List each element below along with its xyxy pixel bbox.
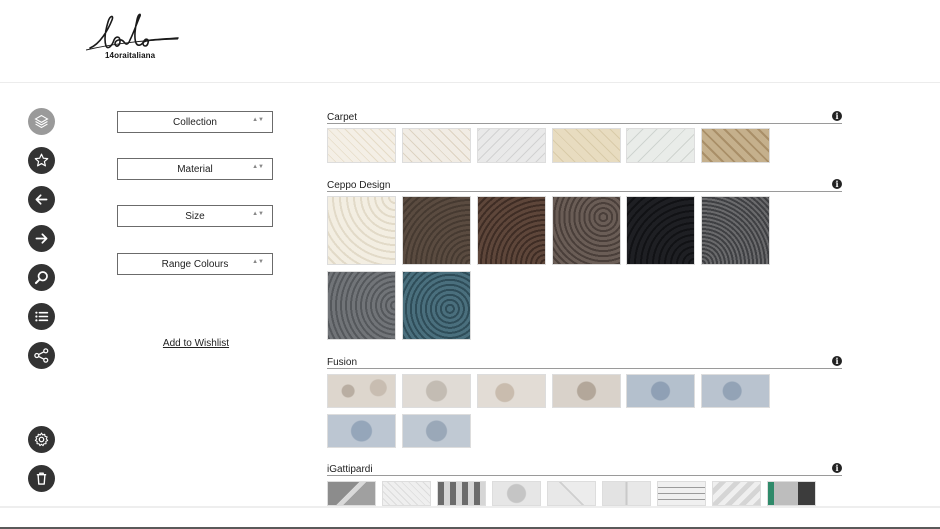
share-icon: [34, 348, 49, 363]
layers-icon: [34, 114, 49, 129]
gear-icon: [34, 432, 49, 447]
back-button[interactable]: [28, 186, 55, 213]
catalog: Carpet i Ceppo Design i Fusion i iGattip…: [327, 110, 842, 506]
section-title-carpet: Carpet: [327, 112, 358, 123]
size-caret-icon: ▲▼: [252, 211, 264, 217]
tile-carpet-2[interactable]: [402, 128, 471, 163]
tile-igattipardi-1[interactable]: [327, 481, 376, 506]
tile-ceppo-2[interactable]: [402, 196, 471, 265]
search-button[interactable]: [28, 264, 55, 291]
arrow-left-icon: [35, 194, 48, 205]
material-caret-icon: ▲▼: [252, 164, 264, 170]
layers-button[interactable]: [28, 108, 55, 135]
header: 14oraitaliana: [0, 0, 940, 83]
info-icon[interactable]: i: [832, 111, 842, 121]
tile-fusion-1[interactable]: [327, 374, 396, 408]
collection-select-label: Collection: [173, 116, 217, 128]
favorites-button[interactable]: [28, 147, 55, 174]
tile-igattipardi-4[interactable]: [492, 481, 541, 506]
section-rule: [327, 475, 842, 476]
section-title-igattipardi: iGattipardi: [327, 464, 373, 475]
search-icon: [34, 271, 48, 285]
delete-button[interactable]: [28, 465, 55, 492]
tile-igattipardi-5[interactable]: [547, 481, 596, 506]
tile-ceppo-7[interactable]: [327, 271, 396, 340]
tile-fusion-5[interactable]: [626, 374, 695, 408]
collection-caret-icon: ▲▼: [252, 117, 264, 123]
tile-igattipardi-9[interactable]: [767, 481, 816, 506]
range-colours-caret-icon: ▲▼: [252, 259, 264, 265]
section-rule: [327, 191, 842, 192]
tile-ceppo-3[interactable]: [477, 196, 546, 265]
tile-igattipardi-7[interactable]: [657, 481, 706, 506]
tile-carpet-5[interactable]: [626, 128, 695, 163]
arrow-right-icon: [35, 233, 48, 244]
tile-igattipardi-8[interactable]: [712, 481, 761, 506]
logo-text: 14oraitaliana: [105, 51, 156, 60]
size-select[interactable]: Size ▲▼: [117, 205, 273, 227]
list-button[interactable]: [28, 303, 55, 330]
star-icon: [34, 153, 49, 167]
info-icon[interactable]: i: [832, 179, 842, 189]
material-select[interactable]: Material ▲▼: [117, 158, 273, 180]
bottom-bar: [0, 506, 940, 529]
tile-igattipardi-6[interactable]: [602, 481, 651, 506]
section-title-ceppo-design: Ceppo Design: [327, 180, 391, 191]
tile-fusion-7[interactable]: [327, 414, 396, 448]
tile-fusion-6[interactable]: [701, 374, 770, 408]
tile-ceppo-8[interactable]: [402, 271, 471, 340]
tile-carpet-1[interactable]: [327, 128, 396, 163]
tile-carpet-3[interactable]: [477, 128, 546, 163]
forward-button[interactable]: [28, 225, 55, 252]
tile-carpet-4[interactable]: [552, 128, 621, 163]
tile-ceppo-5[interactable]: [626, 196, 695, 265]
tile-igattipardi-3[interactable]: [437, 481, 486, 506]
size-select-label: Size: [185, 210, 205, 222]
collection-select[interactable]: Collection ▲▼: [117, 111, 273, 133]
range-colours-select-label: Range Colours: [161, 258, 229, 270]
info-icon[interactable]: i: [832, 463, 842, 473]
tile-fusion-3[interactable]: [477, 374, 546, 408]
range-colours-select[interactable]: Range Colours ▲▼: [117, 253, 273, 275]
list-icon: [35, 311, 49, 322]
tile-ceppo-6[interactable]: [701, 196, 770, 265]
info-icon[interactable]: i: [832, 356, 842, 366]
tile-ceppo-1[interactable]: [327, 196, 396, 265]
section-rule: [327, 368, 842, 369]
tile-igattipardi-2[interactable]: [382, 481, 431, 506]
bottom-divider: [0, 506, 940, 508]
tile-fusion-4[interactable]: [552, 374, 621, 408]
tile-fusion-8[interactable]: [402, 414, 471, 448]
share-button[interactable]: [28, 342, 55, 369]
section-rule: [327, 123, 842, 124]
add-to-wishlist-link[interactable]: Add to Wishlist: [117, 338, 275, 349]
tile-carpet-6[interactable]: [701, 128, 770, 163]
section-title-fusion: Fusion: [327, 357, 358, 368]
settings-button[interactable]: [28, 426, 55, 453]
tile-fusion-2[interactable]: [402, 374, 471, 408]
tile-ceppo-4[interactable]: [552, 196, 621, 265]
trash-icon: [36, 472, 47, 485]
material-select-label: Material: [177, 163, 213, 175]
